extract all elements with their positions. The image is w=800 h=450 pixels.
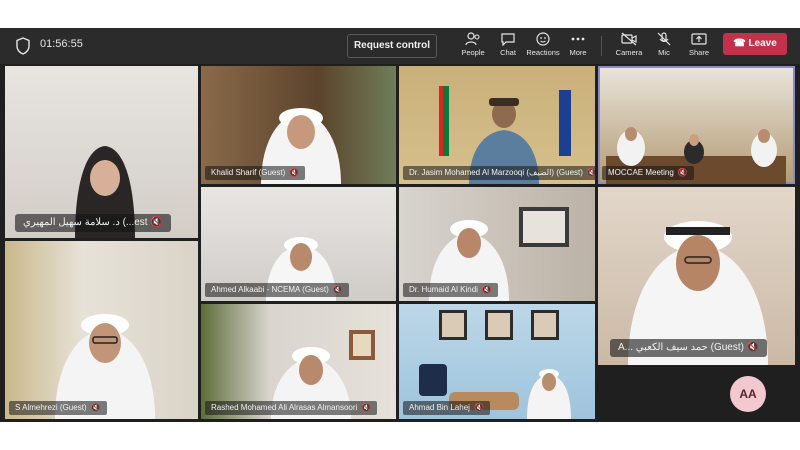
phone-hangup-icon: ☎ (733, 38, 746, 49)
video-tile[interactable]: Dr. Jasim Mohamed Al Marzooqi (الضيف) (G… (399, 66, 595, 184)
mic-button[interactable]: Mic (644, 31, 684, 61)
mic-muted-icon: 🔇 (289, 168, 300, 177)
mic-muted-icon: 🔇 (150, 217, 163, 228)
video-tile[interactable]: Rashed Mohamed Ali Alrasas Almansoori 🔇 (201, 304, 396, 419)
more-icon (571, 37, 585, 41)
meeting-timer: 01:56:55 (40, 38, 83, 50)
participant-name-tag: Rashed Mohamed Ali Alrasas Almansoori 🔇 (205, 401, 378, 415)
share-button[interactable]: Share (679, 31, 719, 61)
camera-button[interactable]: Camera (609, 31, 649, 61)
share-icon (691, 33, 707, 45)
chat-icon (501, 33, 515, 46)
participant-name-tag: Ahmed Alkaabi - NCEMA (Guest) 🔇 (205, 283, 349, 297)
self-avatar[interactable]: AA (730, 376, 766, 412)
request-control-button[interactable]: Request control (347, 34, 437, 58)
people-button[interactable]: People (453, 31, 493, 61)
video-tile[interactable]: Ahmad Bin Lahej 🔇 (399, 304, 595, 419)
reactions-button[interactable]: Reactions (523, 31, 563, 61)
video-tile[interactable]: S Almehrezi (Guest) 🔇 (5, 241, 198, 419)
video-tile[interactable]: Khalid Sharif (Guest) 🔇 (201, 66, 396, 184)
participant-name: Ahmad Bin Lahej (409, 403, 470, 412)
mic-muted-icon: 🔇 (361, 403, 372, 412)
mic-muted-icon: 🔇 (586, 168, 595, 177)
participant-video (55, 314, 155, 419)
video-tile[interactable]: Ahmed Alkaabi - NCEMA (Guest) 🔇 (201, 187, 396, 301)
participant-name-tag: A... حمد سيف الكعبي (Guest) 🔇 (610, 339, 768, 357)
more-label: More (569, 48, 587, 57)
mic-muted-icon: 🔇 (473, 403, 484, 412)
participant-name-tag: Dr. Humaid Al Kindi 🔇 (403, 283, 498, 297)
participant-name-tag: Dr. Jasim Mohamed Al Marzooqi (الضيف) (G… (403, 166, 595, 180)
participant-name: د. سلامة سهيل المهيري (...est (23, 217, 148, 228)
mic-off-icon (657, 32, 671, 46)
mic-label: Mic (658, 48, 670, 57)
camera-off-icon (621, 32, 637, 46)
participant-name: Dr. Jasim Mohamed Al Marzooqi (الضيف) (G… (409, 168, 583, 177)
participant-name: MOCCAE Meeting (608, 168, 674, 177)
participant-name: Rashed Mohamed Ali Alrasas Almansoori (211, 403, 358, 412)
mic-muted-icon: 🔇 (332, 285, 343, 294)
chat-label: Chat (500, 48, 516, 57)
shield-icon (16, 37, 30, 55)
video-tile[interactable]: A... حمد سيف الكعبي (Guest) 🔇 (598, 187, 795, 365)
reactions-icon (536, 32, 550, 46)
participant-name: S Almehrezi (Guest) (15, 403, 87, 412)
participant-name: Ahmed Alkaabi - NCEMA (Guest) (211, 285, 329, 294)
participant-name-tag: S Almehrezi (Guest) 🔇 (9, 401, 107, 415)
participant-name-tag: MOCCAE Meeting 🔇 (602, 166, 694, 180)
toolbar-divider (601, 36, 602, 56)
video-tile[interactable]: MOCCAE Meeting 🔇 (598, 66, 795, 184)
participant-name: Khalid Sharif (Guest) (211, 168, 286, 177)
share-label: Share (688, 48, 709, 57)
more-button[interactable]: More (558, 31, 598, 61)
people-icon (465, 32, 480, 46)
mic-muted-icon: 🔇 (677, 168, 688, 177)
leave-button[interactable]: ☎ Leave (723, 33, 787, 55)
participant-name-tag: د. سلامة سهيل المهيري (...est 🔇 (15, 214, 171, 232)
participant-name-tag: Khalid Sharif (Guest) 🔇 (205, 166, 306, 180)
video-tile[interactable]: د. سلامة سهيل المهيري (...est 🔇 (5, 66, 198, 238)
mic-muted-icon: 🔇 (746, 342, 760, 353)
mic-muted-icon: 🔇 (481, 285, 492, 294)
chat-button[interactable]: Chat (488, 31, 528, 61)
leave-label: Leave (748, 38, 777, 49)
camera-label: Camera (615, 48, 643, 57)
teams-meeting-window: 01:56:55 Request control People Chat Rea… (0, 28, 800, 422)
video-tile[interactable]: Dr. Humaid Al Kindi 🔇 (399, 187, 595, 301)
reactions-label: Reactions (526, 48, 560, 57)
participant-name: Dr. Humaid Al Kindi (409, 285, 478, 294)
mic-muted-icon: 🔇 (90, 403, 101, 412)
people-label: People (461, 48, 485, 57)
participant-name: A... حمد سيف الكعبي (Guest) (618, 342, 744, 353)
meeting-toolbar: 01:56:55 Request control People Chat Rea… (0, 28, 800, 64)
participant-name-tag: Ahmad Bin Lahej 🔇 (403, 401, 490, 415)
